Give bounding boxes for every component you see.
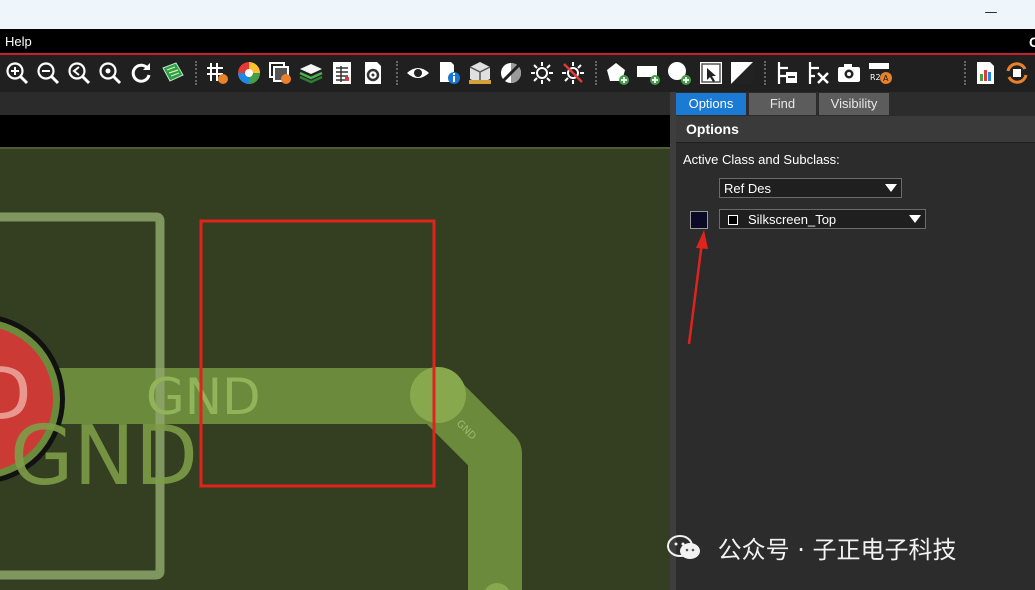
info-doc-icon[interactable] <box>436 60 462 86</box>
shading-toggle-icon[interactable] <box>498 60 524 86</box>
watermark: 公众号 · 子正电子科技 <box>666 530 957 566</box>
control-strip <box>0 92 670 115</box>
zoom-fit-icon[interactable] <box>97 60 123 86</box>
select-cursor-icon[interactable] <box>698 60 724 86</box>
dehighlight-sun-icon[interactable] <box>560 60 586 86</box>
highlight-box <box>199 219 436 488</box>
color-wheel-icon[interactable] <box>236 60 262 86</box>
wechat-icon <box>667 534 700 559</box>
subclass-dropdown-value: Silkscreen_Top <box>748 212 837 227</box>
refresh-icon[interactable] <box>128 60 154 86</box>
toolbar-separator <box>595 61 597 85</box>
title-bar: — <box>0 0 1035 29</box>
board-3d-icon[interactable] <box>160 60 186 86</box>
camera-snapshot-icon[interactable] <box>836 60 862 86</box>
tab-visibility[interactable]: Visibility <box>819 93 889 115</box>
add-circle-icon[interactable] <box>666 60 692 86</box>
toolbar-separator <box>764 61 766 85</box>
tab-find[interactable]: Find <box>749 93 816 115</box>
chevron-down-icon <box>909 215 921 223</box>
grid-toggle-icon[interactable] <box>204 60 230 86</box>
spreadsheet-icon[interactable] <box>329 60 355 86</box>
menu-help[interactable]: Help <box>5 34 32 49</box>
unassign-net-icon[interactable] <box>805 60 831 86</box>
via-circle <box>410 367 466 423</box>
zoom-out-icon[interactable] <box>35 60 61 86</box>
options-panel: Options Find Visibility Options Active C… <box>670 92 1035 590</box>
annotation-arrow <box>687 230 708 345</box>
visibility-eye-icon[interactable] <box>405 60 431 86</box>
report-chart-icon[interactable] <box>973 60 999 86</box>
refresh-sync-icon[interactable] <box>1004 60 1030 86</box>
class-dropdown[interactable]: Ref Des <box>719 178 902 198</box>
gnd-large-label: GND <box>10 409 198 504</box>
layers-icon[interactable] <box>298 60 324 86</box>
package-3d-icon[interactable] <box>467 60 493 86</box>
menu-bar: Help C <box>0 29 1035 55</box>
toolbar-separator <box>195 61 197 85</box>
toolbar-separator <box>964 61 966 85</box>
toolbar-separator <box>396 61 398 85</box>
minimize-button[interactable]: — <box>977 5 1005 23</box>
zoom-in-icon[interactable] <box>4 60 30 86</box>
zoom-previous-icon[interactable] <box>66 60 92 86</box>
add-rect-icon[interactable] <box>635 60 661 86</box>
canvas-header-band <box>0 115 670 147</box>
assign-net-icon[interactable] <box>774 60 800 86</box>
chevron-down-icon <box>885 184 897 192</box>
layer-stack-icon[interactable] <box>267 60 293 86</box>
subclass-dropdown[interactable]: Silkscreen_Top <box>719 209 926 229</box>
split-shape-icon[interactable] <box>729 60 755 86</box>
add-shape-icon[interactable] <box>604 60 630 86</box>
svg-text:R2: R2 <box>870 73 881 82</box>
settings-doc-icon[interactable] <box>360 60 386 86</box>
highlight-sun-icon[interactable] <box>529 60 555 86</box>
menu-edge-glyph: C <box>1029 34 1035 50</box>
pcb-drawing: D GND GND GND <box>0 212 522 590</box>
watermark-text: 公众号 · 子正电子科技 <box>717 536 957 564</box>
main-toolbar: R2 A <box>0 55 1035 92</box>
pcb-canvas[interactable]: D GND GND GND <box>0 147 670 590</box>
rename-refdes-icon[interactable]: R2 A <box>867 60 893 86</box>
svg-text:A: A <box>883 74 889 83</box>
